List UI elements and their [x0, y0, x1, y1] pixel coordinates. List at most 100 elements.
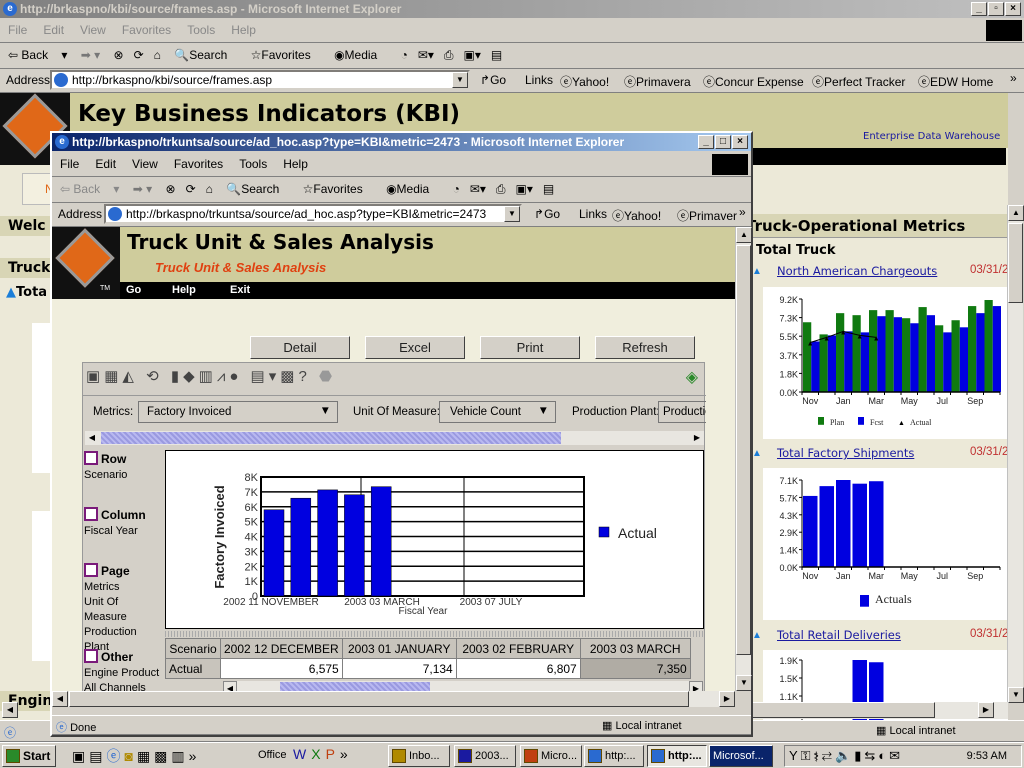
print-icon[interactable]: ⎙	[496, 177, 506, 201]
print-button[interactable]: Print	[480, 336, 580, 359]
area-chart-icon[interactable]: ⩘	[217, 368, 229, 385]
menu-tools[interactable]: Tools	[179, 19, 223, 41]
menu-help[interactable]: Help	[223, 19, 264, 41]
link-primavera[interactable]: ⓔPrimavera	[624, 73, 691, 90]
menu-favorites[interactable]: Favorites	[166, 153, 231, 175]
menu-edit[interactable]: Edit	[87, 153, 124, 175]
metric-link-retail[interactable]: Total Retail Deliveries	[777, 628, 901, 642]
bar-chart-icon[interactable]: ▥	[199, 368, 217, 385]
grid-icon[interactable]: ▦	[104, 368, 122, 385]
tray-icons[interactable]: Y⚿⚕⇄🔈▮⇆◐✉	[789, 748, 903, 763]
close-button[interactable]: ×	[732, 135, 748, 149]
refresh-button[interactable]: Refresh	[595, 336, 695, 359]
print-icon[interactable]: ⎙	[444, 43, 454, 67]
help-icon[interactable]: ?	[298, 368, 310, 385]
front-window-titlebar[interactable]: e http://brkaspno/trkuntsa/source/ad_hoc…	[52, 133, 751, 151]
refresh-icon[interactable]: ⟳	[134, 43, 144, 67]
pivot-page[interactable]: Page Metrics Unit Of Measure Production Pla…	[84, 563, 162, 655]
stop-icon[interactable]: ⬣	[319, 368, 336, 385]
word-icon[interactable]: W	[293, 746, 311, 762]
column-header[interactable]: 2003 01 JANUARY	[341, 638, 457, 659]
collapse-icon[interactable]: ▲	[752, 266, 762, 277]
maximize-button[interactable]: □	[715, 135, 731, 149]
menu-tools[interactable]: Tools	[231, 153, 275, 175]
forward-button[interactable]: ➡ ▾	[81, 43, 100, 67]
link-concur-expense[interactable]: ⓔConcur Expense	[703, 73, 804, 90]
minimize-button[interactable]: _	[698, 135, 714, 149]
edit-icon[interactable]: ▣▾	[464, 43, 481, 67]
column-header[interactable]: 2003 03 MARCH	[579, 638, 691, 659]
uom-select[interactable]: Vehicle Count ▼	[439, 401, 556, 423]
table-cell[interactable]: 6,807	[455, 658, 581, 679]
table-cell[interactable]: 7,350	[579, 658, 691, 679]
pivot-column[interactable]: Column Fiscal Year	[84, 507, 162, 539]
minimize-button[interactable]: _	[971, 2, 987, 16]
menu-view[interactable]: View	[124, 153, 166, 175]
app-icon[interactable]: ▦	[137, 748, 154, 764]
layout-dropdown-icon[interactable]: ▤▾	[251, 368, 281, 385]
table-cell[interactable]: 6,575	[220, 658, 343, 679]
back-button[interactable]: ⇦ Back ▾	[8, 43, 67, 67]
search-button[interactable]: 🔍Search	[174, 43, 237, 67]
powerpoint-icon[interactable]: P	[326, 746, 340, 762]
links-more[interactable]: »	[1010, 71, 1017, 85]
task-microsoft[interactable]: Microsof...	[709, 745, 773, 767]
link-edw-home[interactable]: ⓔEDW Home	[918, 73, 993, 90]
task-inbox[interactable]: Inbo...	[388, 745, 450, 767]
edit-icon[interactable]: ▣▾	[516, 177, 533, 201]
rotate-icon[interactable]: ⟲	[146, 368, 163, 385]
link-perfect-tracker[interactable]: ⓔPerfect Tracker	[812, 73, 905, 90]
desktop-icon[interactable]: ▣	[72, 748, 89, 764]
mail-icon[interactable]: ✉▾	[470, 177, 486, 201]
metric-link-shipments[interactable]: Total Factory Shipments	[777, 446, 914, 460]
menu-file[interactable]: File	[0, 19, 35, 41]
metric-link-chargeouts[interactable]: North American Chargeouts	[777, 264, 937, 278]
detail-button[interactable]: Detail	[250, 336, 350, 359]
task-powerpoint[interactable]: Micro...	[520, 745, 582, 767]
splitter[interactable]	[165, 631, 704, 637]
export-icon[interactable]: ▩	[280, 368, 298, 385]
address-input[interactable]: http://brkaspno/trkuntsa/source/ad_hoc.a…	[104, 204, 522, 224]
chart-grid-icon[interactable]: ◭	[122, 368, 138, 385]
row-header[interactable]: Actual	[165, 658, 221, 679]
start-button[interactable]: Start	[2, 745, 56, 767]
collapse-icon[interactable]: ▲	[752, 448, 762, 459]
media-button[interactable]: ◉Media	[386, 177, 439, 201]
back-button[interactable]: ⇦ Back ▾	[60, 177, 119, 201]
column-header[interactable]: 2002 12 DECEMBER	[220, 638, 343, 659]
media-button[interactable]: ◉Media	[334, 43, 387, 67]
pivot-other[interactable]: Other Engine Product All Channels	[84, 649, 162, 696]
collapse-icon[interactable]: ▲	[752, 630, 762, 641]
address-dropdown[interactable]: ▼	[504, 206, 520, 222]
menu-favorites[interactable]: Favorites	[114, 19, 179, 41]
close-button[interactable]: ×	[1005, 2, 1021, 16]
photo-icon[interactable]: ▩	[154, 748, 171, 764]
metrics-select[interactable]: Factory Invoiced ▼	[138, 401, 338, 423]
task-ie-kbi[interactable]: http:...	[584, 745, 644, 767]
front-vertical-scrollbar[interactable]: ▲ ▼	[735, 227, 752, 691]
history-icon[interactable]: ◔	[401, 43, 408, 67]
refresh-icon[interactable]: ⟳	[186, 177, 196, 201]
history-icon[interactable]: ◔	[453, 177, 460, 201]
task-ie-adhoc[interactable]: http:...	[647, 745, 707, 767]
home-icon[interactable]: ⌂	[206, 177, 213, 201]
menu-edit[interactable]: Edit	[35, 19, 72, 41]
mail-icon[interactable]: ✉▾	[418, 43, 434, 67]
bar3d-icon[interactable]: ▮	[171, 368, 183, 385]
nav-exit[interactable]: Exit	[230, 282, 250, 299]
back-vertical-scrollbar[interactable]: ▲ ▼	[1007, 205, 1024, 703]
outlook-icon[interactable]: ▤	[89, 748, 106, 764]
cube-icon[interactable]: ◆	[183, 368, 199, 385]
back-horizontal-scrollbar[interactable]: ▶	[750, 702, 1008, 719]
filter-scrollbar[interactable]: ◀ ▶	[85, 431, 704, 445]
go-button[interactable]: ↱Go	[480, 73, 506, 87]
address-input[interactable]: http://brkaspno/kbi/source/frames.asp ▼	[50, 70, 470, 90]
stop-icon[interactable]: ⊗	[166, 177, 176, 201]
favorites-button[interactable]: ☆Favorites	[303, 177, 373, 201]
discuss-icon[interactable]: ▤	[491, 43, 502, 67]
restore-button[interactable]: ▫	[988, 2, 1004, 16]
menu-file[interactable]: File	[52, 153, 87, 175]
nav-go[interactable]: Go	[126, 282, 141, 299]
link-yahoo[interactable]: ⓔYahoo!	[612, 207, 661, 224]
folder-icon[interactable]: ▥	[171, 748, 188, 764]
